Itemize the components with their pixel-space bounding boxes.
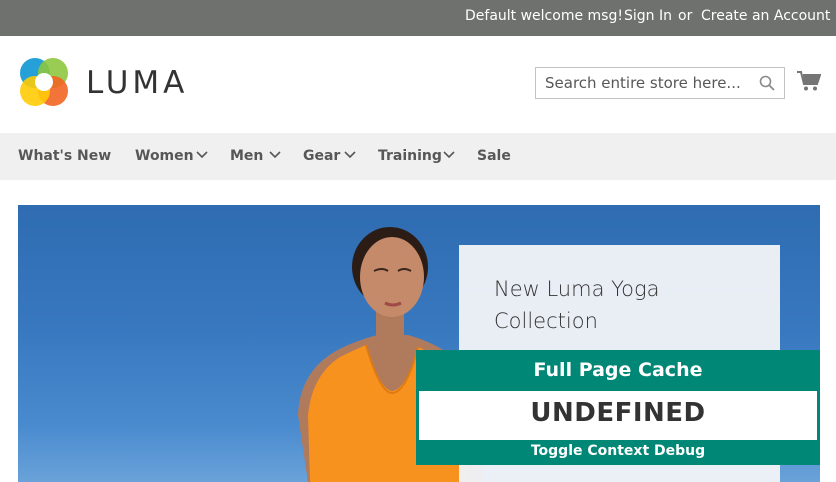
logo-text: LUMA [86,65,189,101]
chevron-down-icon [269,151,281,159]
luma-logo-icon [20,58,68,106]
promo-title: New Luma Yoga Collection [494,277,660,333]
or-separator: or [678,8,693,24]
debug-status: UNDEFINED [530,398,706,428]
chevron-down-icon [443,151,455,159]
search-icon[interactable] [759,75,775,91]
luma-logo[interactable]: LUMA [18,56,188,111]
main-navigation: What's New Women Men Gear Training Sale [0,133,836,180]
create-account-link[interactable]: Create an Account [701,8,830,24]
nav-item-sale[interactable]: Sale [477,148,511,164]
full-page-cache-debug: Full Page Cache UNDEFINED Toggle Context… [416,350,820,465]
nav-item-women[interactable]: Women [135,148,208,164]
welcome-message: Default welcome msg! [465,8,623,24]
nav-item-training[interactable]: Training [378,148,455,164]
nav-item-label: Women [135,148,194,164]
debug-title: Full Page Cache [533,359,703,381]
chevron-down-icon [344,151,356,159]
sign-in-link[interactable]: Sign In [624,8,672,24]
nav-item-label: Men [230,148,264,164]
nav-item-label: Sale [477,148,511,164]
site-header: LUMA [0,36,836,133]
nav-item-label: Training [378,148,442,164]
top-bar: Default welcome msg! Sign In or Create a… [0,0,836,36]
cart-icon[interactable] [797,70,821,92]
chevron-down-icon [196,151,208,159]
nav-item-label: Gear [303,148,341,164]
nav-item-whats-new[interactable]: What's New [18,148,111,164]
search-box [535,67,785,99]
nav-item-gear[interactable]: Gear [303,148,356,164]
debug-status-box: UNDEFINED [419,391,817,440]
nav-item-label: What's New [18,148,112,164]
toggle-context-debug-button[interactable]: Toggle Context Debug [416,443,820,459]
search-input[interactable] [536,68,756,98]
nav-item-men[interactable]: Men [230,148,281,164]
